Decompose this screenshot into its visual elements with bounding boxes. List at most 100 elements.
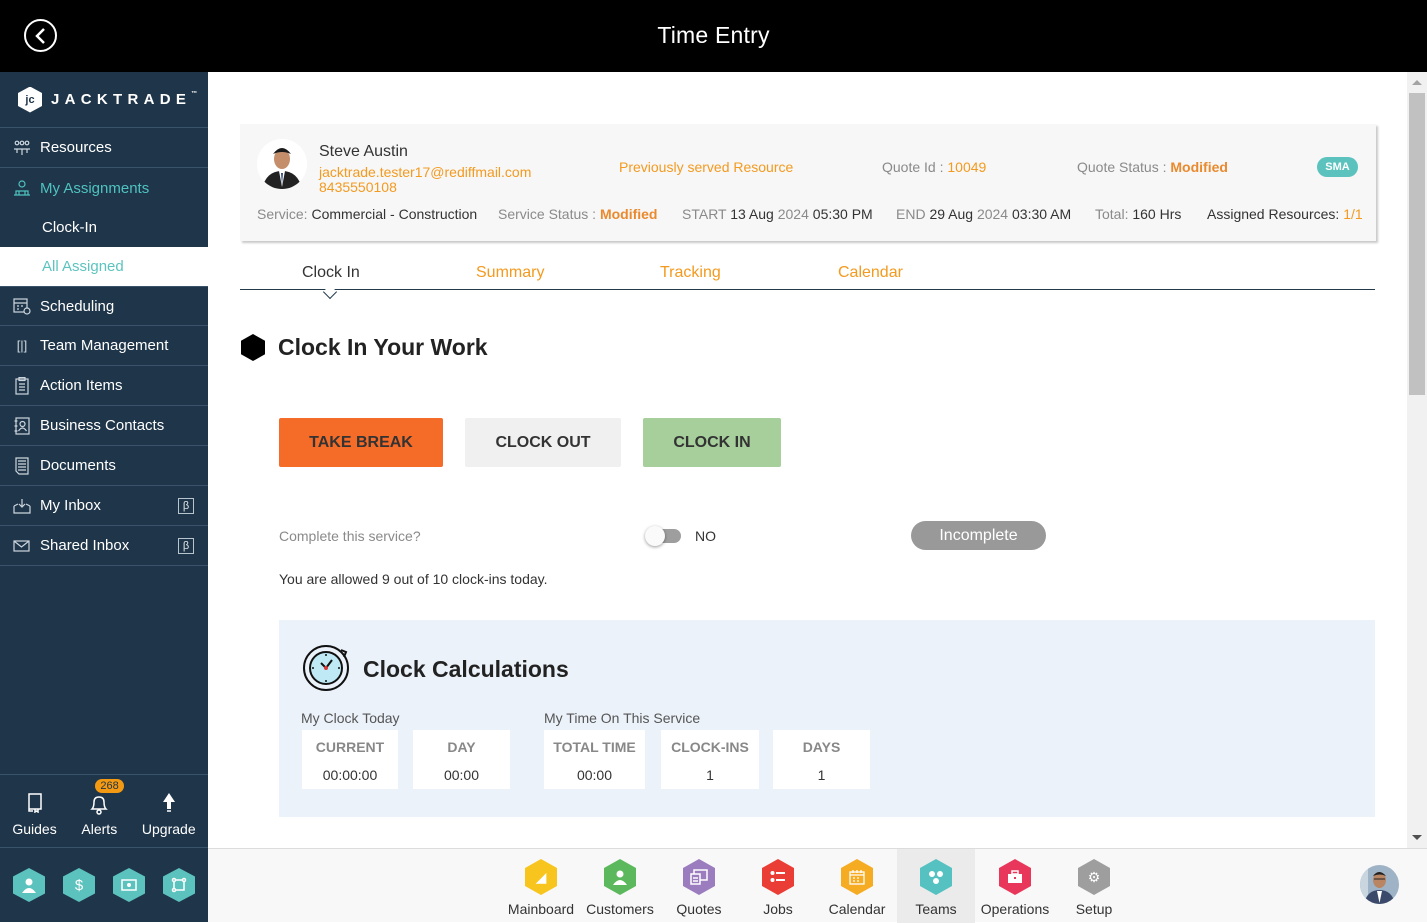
jacktrade-logo[interactable]: jc JACKTRADE™ xyxy=(0,72,208,128)
resource-phone[interactable]: 8435550108 xyxy=(319,179,397,195)
guides-button[interactable]: Guides xyxy=(12,789,57,837)
sidebar-item-team-management[interactable]: [|] Team Management xyxy=(0,326,208,366)
sidebar-item-label: Documents xyxy=(40,457,116,474)
sidebar-item-label: Business Contacts xyxy=(40,417,165,434)
my-time-on-service-label: My Time On This Service xyxy=(544,710,701,726)
sidebar-item-my-inbox[interactable]: My Inbox β xyxy=(0,486,208,526)
stopwatch-icon xyxy=(301,642,351,697)
arrow-up-icon xyxy=(162,789,176,817)
guides-label: Guides xyxy=(12,821,57,837)
end-date: END 29 Aug 2024 03:30 AM xyxy=(896,206,1072,222)
complete-service-label: Complete this service? xyxy=(279,528,421,544)
take-break-button[interactable]: TAKE BREAK xyxy=(279,418,443,467)
sidebar-item-my-assignments[interactable]: My Assignments xyxy=(0,168,208,208)
contact-card-icon xyxy=(13,416,31,435)
sidebar-item-label: Shared Inbox xyxy=(40,537,130,554)
upgrade-button[interactable]: Upgrade xyxy=(142,789,196,837)
total-hours: Total: 160 Hrs xyxy=(1095,206,1182,222)
app-mainboard[interactable]: ◢ Mainboard xyxy=(502,849,580,923)
complete-service-toggle[interactable] xyxy=(645,526,685,546)
stat-total-time: TOTAL TIME 00:00 xyxy=(544,730,645,789)
beta-badge: β xyxy=(178,498,194,514)
sidebar-subitem-clock-in[interactable]: Clock-In xyxy=(0,208,208,247)
hexagon-icon xyxy=(241,334,265,361)
sidebar-item-documents[interactable]: Documents xyxy=(0,446,208,486)
tab-calendar[interactable]: Calendar xyxy=(838,264,903,282)
sidebar-item-label: Resources xyxy=(40,139,112,156)
sidebar-footer: Guides 268 Alerts Upgrade $ xyxy=(0,774,208,922)
resource-card: Steve Austin jacktrade.tester17@rediffma… xyxy=(240,124,1376,241)
sidebar-item-resources[interactable]: Resources xyxy=(0,128,208,168)
app-calendar[interactable]: Calendar xyxy=(818,849,896,923)
dollar-icon[interactable]: $ xyxy=(63,868,95,902)
customers-icon xyxy=(604,859,636,895)
sidebar-item-action-items[interactable]: Action Items xyxy=(0,366,208,406)
alerts-label: Alerts xyxy=(81,821,118,837)
calendar-icon xyxy=(841,859,873,895)
briefcase-icon xyxy=(999,859,1031,895)
logo-text: JACKTRADE™ xyxy=(51,91,198,108)
team-management-icon: [|] xyxy=(16,338,28,353)
app-operations[interactable]: Operations xyxy=(976,849,1054,923)
my-clock-today-label: My Clock Today xyxy=(301,710,400,726)
tab-bar: Clock In Summary Tracking Calendar xyxy=(240,258,1375,300)
tab-clock-in[interactable]: Clock In xyxy=(302,264,360,282)
upgrade-label: Upgrade xyxy=(141,821,196,837)
active-tab-indicator xyxy=(322,284,338,300)
quote-status: Quote Status : Modified xyxy=(1077,159,1228,175)
person-icon[interactable] xyxy=(13,868,45,902)
jobs-icon xyxy=(762,859,794,895)
tab-summary[interactable]: Summary xyxy=(476,264,544,282)
sidebar-item-label: Scheduling xyxy=(40,297,115,315)
app-jobs[interactable]: Jobs xyxy=(739,849,817,923)
money-icon[interactable] xyxy=(113,868,145,902)
clock-ins-allowed-text: You are allowed 9 out of 10 clock-ins to… xyxy=(279,571,548,587)
sidebar-item-label: My Assignments xyxy=(40,179,150,197)
alerts-button[interactable]: 268 Alerts xyxy=(81,779,124,837)
document-icon xyxy=(13,456,31,475)
stat-current: CURRENT 00:00:00 xyxy=(302,730,398,789)
tab-tracking[interactable]: Tracking xyxy=(660,264,721,282)
workflow-icon[interactable] xyxy=(163,868,195,902)
teams-icon xyxy=(920,859,952,895)
scheduling-icon xyxy=(13,297,31,315)
app-customers[interactable]: Customers xyxy=(581,849,659,923)
assignments-icon xyxy=(13,179,31,197)
bottom-app-bar: ◢ Mainboard Customers Quotes Jobs Calend… xyxy=(208,848,1427,923)
assigned-resources: Assigned Resources: 1/1 xyxy=(1207,206,1363,222)
stat-day: DAY 00:00 xyxy=(413,730,510,789)
sidebar-item-scheduling[interactable]: Scheduling xyxy=(0,286,208,326)
mainboard-icon: ◢ xyxy=(525,859,557,895)
top-bar: Time Entry xyxy=(0,0,1427,72)
main-content: Steve Austin jacktrade.tester17@rediffma… xyxy=(208,72,1407,848)
inbox-icon xyxy=(13,497,31,515)
sidebar-item-shared-inbox[interactable]: Shared Inbox β xyxy=(0,526,208,566)
scroll-down-icon[interactable] xyxy=(1412,835,1422,840)
toggle-knob xyxy=(645,526,665,546)
resource-email[interactable]: jacktrade.tester17@rediffmail.com xyxy=(319,164,531,180)
vertical-scrollbar[interactable] xyxy=(1407,72,1427,848)
start-date: START 13 Aug 2024 05:30 PM xyxy=(682,206,873,222)
resource-name: Steve Austin xyxy=(319,143,408,160)
service-status-pill[interactable]: Incomplete xyxy=(911,521,1046,550)
stat-clock-ins: CLOCK-INS 1 xyxy=(661,730,759,789)
app-teams[interactable]: Teams xyxy=(897,849,975,923)
book-icon xyxy=(27,789,43,817)
section-title: Clock In Your Work xyxy=(241,334,488,361)
sidebar-item-business-contacts[interactable]: Business Contacts xyxy=(0,406,208,446)
user-avatar[interactable] xyxy=(1360,865,1399,904)
sidebar-subitem-all-assigned[interactable]: All Assigned xyxy=(0,247,208,286)
logo-icon: jc xyxy=(18,86,42,113)
scroll-up-icon[interactable] xyxy=(1412,80,1422,85)
quote-id: Quote Id : 10049 xyxy=(882,159,987,175)
clock-out-button[interactable]: CLOCK OUT xyxy=(465,418,621,467)
beta-badge: β xyxy=(178,538,194,554)
alerts-count-badge: 268 xyxy=(95,779,124,793)
gear-icon: ⚙ xyxy=(1078,859,1110,895)
app-setup[interactable]: ⚙ Setup xyxy=(1055,849,1133,923)
clock-in-button[interactable]: CLOCK IN xyxy=(643,418,781,467)
bell-icon xyxy=(87,789,111,817)
scrollbar-thumb[interactable] xyxy=(1409,93,1425,395)
previously-served-label: Previously served Resource xyxy=(619,159,794,175)
app-quotes[interactable]: Quotes xyxy=(660,849,738,923)
